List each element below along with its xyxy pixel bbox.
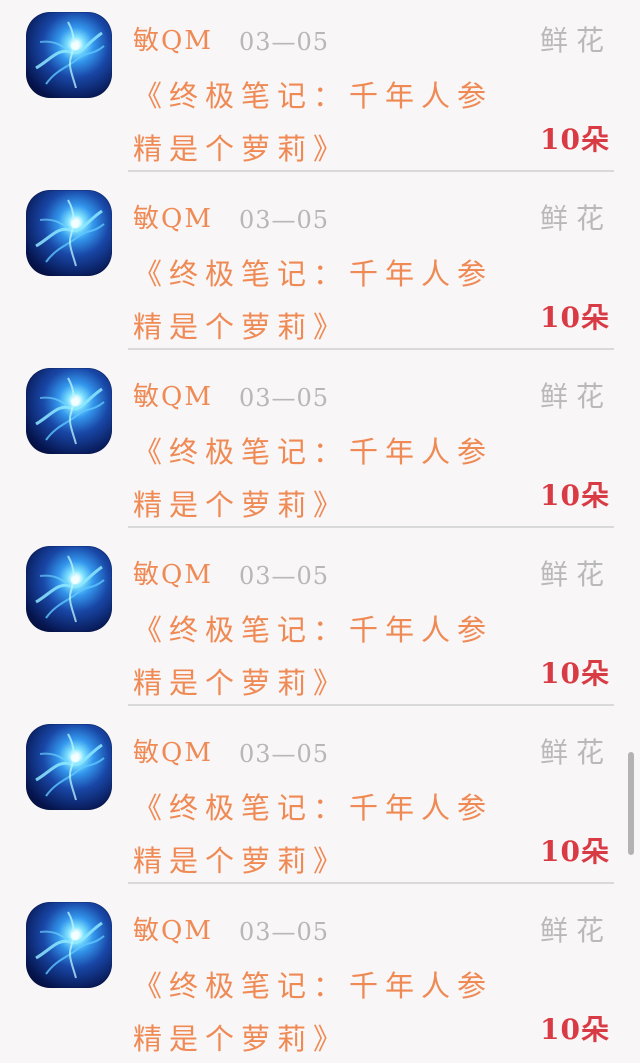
gift-type: 鲜花 (539, 24, 612, 57)
book-title-line: 精是个萝莉》 (133, 1022, 350, 1056)
gift-date: 03—05 (239, 740, 330, 768)
gift-date: 03—05 (239, 28, 330, 56)
avatar[interactable] (26, 902, 112, 988)
sender-name: 敏QM (133, 916, 213, 946)
book-title-line: 《终极笔记：千年人参 (133, 79, 494, 113)
sender-name: 敏QM (133, 204, 213, 234)
gift-record-item[interactable]: 敏QM 03—05 鲜花 《终极笔记：千年人参 精是个萝莉》 10朵 (0, 534, 640, 712)
blue-abstract-avatar-icon (35, 733, 105, 801)
row-divider (128, 882, 614, 884)
sender-name: 敏QM (133, 26, 213, 56)
book-title-line: 《终极笔记：千年人参 (133, 435, 494, 469)
sender-name: 敏QM (133, 560, 213, 590)
row-divider (128, 526, 614, 528)
gift-count: 10朵 (540, 657, 610, 690)
gift-date: 03—05 (239, 918, 330, 946)
gift-type: 鲜花 (539, 380, 612, 413)
gift-count: 10朵 (540, 123, 610, 156)
book-title-line: 精是个萝莉》 (133, 666, 350, 700)
book-title-line: 《终极笔记：千年人参 (133, 257, 494, 291)
avatar[interactable] (26, 12, 112, 98)
avatar[interactable] (26, 190, 112, 276)
vertical-scrollbar[interactable] (628, 752, 634, 855)
gift-record-item[interactable]: 敏QM 03—05 鲜花 《终极笔记：千年人参 精是个萝莉》 10朵 (0, 890, 640, 1063)
sender-name: 敏QM (133, 382, 213, 412)
book-title-line: 精是个萝莉》 (133, 844, 350, 878)
gift-type: 鲜花 (539, 736, 612, 769)
gift-record-item[interactable]: 敏QM 03—05 鲜花 《终极笔记：千年人参 精是个萝莉》 10朵 (0, 712, 640, 890)
gift-date: 03—05 (239, 562, 330, 590)
blue-abstract-avatar-icon (35, 555, 105, 623)
book-title[interactable]: 《终极笔记：千年人参 精是个萝莉》 (133, 782, 553, 888)
book-title-line: 《终极笔记：千年人参 (133, 969, 494, 1003)
gift-count: 10朵 (540, 479, 610, 512)
row-divider (128, 348, 614, 350)
avatar[interactable] (26, 368, 112, 454)
avatar[interactable] (26, 724, 112, 810)
row-divider (128, 170, 614, 172)
gift-count: 10朵 (540, 1013, 610, 1046)
gift-date: 03—05 (239, 384, 330, 412)
blue-abstract-avatar-icon (35, 377, 105, 445)
gift-count: 10朵 (540, 301, 610, 334)
gift-record-item[interactable]: 敏QM 03—05 鲜花 《终极笔记：千年人参 精是个萝莉》 10朵 (0, 356, 640, 534)
book-title-line: 精是个萝莉》 (133, 488, 350, 522)
gift-record-item[interactable]: 敏QM 03—05 鲜花 《终极笔记：千年人参 精是个萝莉》 10朵 (0, 0, 640, 178)
row-divider (128, 704, 614, 706)
gift-date: 03—05 (239, 206, 330, 234)
blue-abstract-avatar-icon (35, 911, 105, 979)
gift-type: 鲜花 (539, 202, 612, 235)
book-title[interactable]: 《终极笔记：千年人参 精是个萝莉》 (133, 70, 553, 176)
avatar[interactable] (26, 546, 112, 632)
book-title[interactable]: 《终极笔记：千年人参 精是个萝莉》 (133, 960, 553, 1063)
gift-record-item[interactable]: 敏QM 03—05 鲜花 《终极笔记：千年人参 精是个萝莉》 10朵 (0, 178, 640, 356)
gift-count: 10朵 (540, 835, 610, 868)
gift-record-page: 敏QM 03—05 鲜花 《终极笔记：千年人参 精是个萝莉》 10朵 敏QM 0… (0, 0, 640, 1063)
book-title[interactable]: 《终极笔记：千年人参 精是个萝莉》 (133, 426, 553, 532)
book-title-line: 《终极笔记：千年人参 (133, 613, 494, 647)
gift-type: 鲜花 (539, 914, 612, 947)
book-title[interactable]: 《终极笔记：千年人参 精是个萝莉》 (133, 604, 553, 710)
sender-name: 敏QM (133, 738, 213, 768)
book-title-line: 精是个萝莉》 (133, 310, 350, 344)
book-title-line: 精是个萝莉》 (133, 132, 350, 166)
blue-abstract-avatar-icon (35, 199, 105, 267)
blue-abstract-avatar-icon (35, 21, 105, 89)
gift-type: 鲜花 (539, 558, 612, 591)
gift-record-list: 敏QM 03—05 鲜花 《终极笔记：千年人参 精是个萝莉》 10朵 敏QM 0… (0, 0, 640, 1063)
book-title-line: 《终极笔记：千年人参 (133, 791, 494, 825)
book-title[interactable]: 《终极笔记：千年人参 精是个萝莉》 (133, 248, 553, 354)
